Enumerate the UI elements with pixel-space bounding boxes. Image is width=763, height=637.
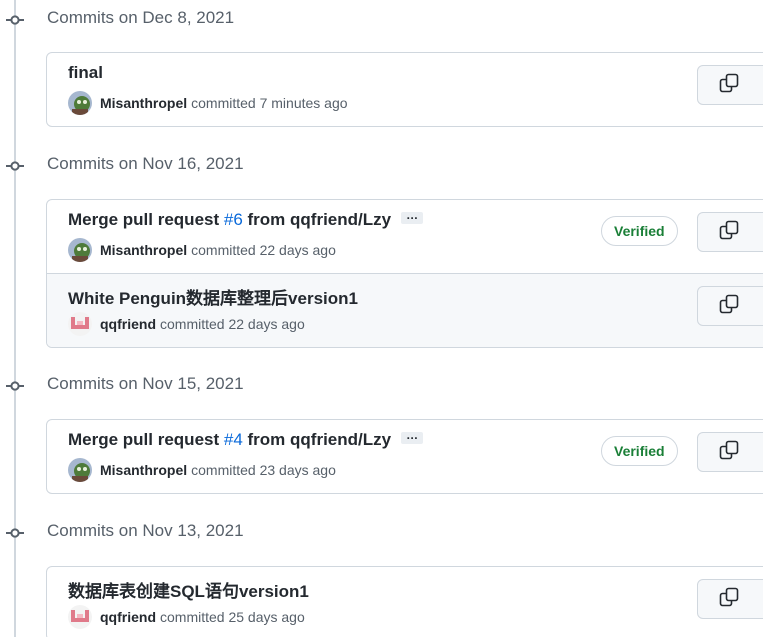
commit-sha-button[interactable]	[759, 432, 763, 472]
commit-message[interactable]: White Penguin数据库整理后version1	[68, 284, 358, 309]
pull-request-link[interactable]: #6	[224, 210, 243, 229]
commit-meta: qqfriend committed 22 days ago	[68, 312, 305, 336]
commit-time: 25 days ago	[228, 609, 305, 625]
git-commit-icon	[6, 13, 24, 27]
commit-action: committed	[191, 242, 256, 258]
commits-timeline: Commits on Dec 8, 2021 final Misanthrope…	[0, 0, 763, 637]
git-commit-icon	[6, 379, 24, 393]
commit-author[interactable]: Misanthropel	[100, 462, 187, 478]
commit-time: 22 days ago	[228, 316, 305, 332]
commit-group-card: final Misanthropel committed 7 minutes a…	[46, 52, 763, 127]
commit-row: White Penguin数据库整理后version1 qqfriend com…	[47, 273, 763, 347]
commit-author[interactable]: qqfriend	[100, 609, 156, 625]
commit-time: 22 days ago	[259, 242, 336, 258]
commit-action: committed	[191, 95, 256, 111]
commit-message[interactable]: 数据库表创建SQL语句version1	[68, 577, 309, 602]
copy-sha-button[interactable]	[697, 432, 761, 472]
commit-group-card: Merge pull request #6 from qqfriend/Lzy……	[46, 199, 763, 348]
commit-row: 数据库表创建SQL语句version1 qqfriend committed 2…	[47, 567, 763, 637]
commit-group-header: Commits on Nov 13, 2021	[0, 520, 700, 548]
commit-row: Merge pull request #4 from qqfriend/Lzy……	[47, 420, 763, 493]
commit-message[interactable]: Merge pull request #4 from qqfriend/Lzy…	[68, 429, 424, 450]
commit-group-date: Commits on Nov 13, 2021	[47, 521, 244, 540]
commit-author[interactable]: qqfriend	[100, 316, 156, 332]
copy-sha-button[interactable]	[697, 286, 761, 326]
author-avatar[interactable]	[68, 312, 92, 336]
commit-group-date: Commits on Nov 15, 2021	[47, 374, 244, 393]
commit-meta: qqfriend committed 25 days ago	[68, 605, 305, 629]
commit-row: final Misanthropel committed 7 minutes a…	[47, 53, 763, 126]
commit-message[interactable]: Merge pull request #6 from qqfriend/Lzy…	[68, 209, 424, 230]
copy-icon	[719, 73, 739, 98]
commit-group-header: Commits on Dec 8, 2021	[0, 7, 700, 35]
commit-group-card: 数据库表创建SQL语句version1 qqfriend committed 2…	[46, 566, 763, 637]
commit-sha-button[interactable]	[759, 286, 763, 326]
commit-action: committed	[191, 462, 256, 478]
author-avatar[interactable]	[68, 238, 92, 262]
copy-icon	[719, 587, 739, 612]
verified-badge[interactable]: Verified	[601, 216, 678, 246]
commit-time: 23 days ago	[259, 462, 336, 478]
commit-time: 7 minutes ago	[259, 95, 348, 111]
commit-meta: Misanthropel committed 22 days ago	[68, 238, 336, 262]
author-avatar[interactable]	[68, 91, 92, 115]
git-commit-icon	[6, 159, 24, 173]
commit-author[interactable]: Misanthropel	[100, 95, 187, 111]
commit-meta: Misanthropel committed 7 minutes ago	[68, 91, 348, 115]
author-avatar[interactable]	[68, 605, 92, 629]
commit-message[interactable]: final	[68, 63, 103, 83]
commit-group-card: Merge pull request #4 from qqfriend/Lzy……	[46, 419, 763, 494]
copy-sha-button[interactable]	[697, 579, 761, 619]
commit-group-header: Commits on Nov 16, 2021	[0, 153, 700, 181]
commit-group-date: Commits on Nov 16, 2021	[47, 154, 244, 173]
commit-row: Merge pull request #6 from qqfriend/Lzy……	[47, 200, 763, 273]
expand-message-button[interactable]: …	[401, 209, 424, 224]
commit-sha-button[interactable]	[759, 579, 763, 619]
author-avatar[interactable]	[68, 458, 92, 482]
git-commit-icon	[6, 526, 24, 540]
commit-group-date: Commits on Dec 8, 2021	[47, 8, 235, 27]
copy-sha-button[interactable]	[697, 65, 761, 105]
commit-action: committed	[160, 609, 225, 625]
copy-sha-button[interactable]	[697, 212, 761, 252]
commit-action: committed	[160, 316, 225, 332]
commit-meta: Misanthropel committed 23 days ago	[68, 458, 336, 482]
commit-author[interactable]: Misanthropel	[100, 242, 187, 258]
copy-icon	[719, 440, 739, 465]
expand-message-button[interactable]: …	[401, 429, 424, 444]
commit-sha-button[interactable]	[759, 212, 763, 252]
pull-request-link[interactable]: #4	[224, 430, 243, 449]
verified-badge[interactable]: Verified	[601, 436, 678, 466]
copy-icon	[719, 220, 739, 245]
commit-group-header: Commits on Nov 15, 2021	[0, 373, 700, 401]
copy-icon	[719, 294, 739, 319]
commit-sha-button[interactable]	[759, 65, 763, 105]
